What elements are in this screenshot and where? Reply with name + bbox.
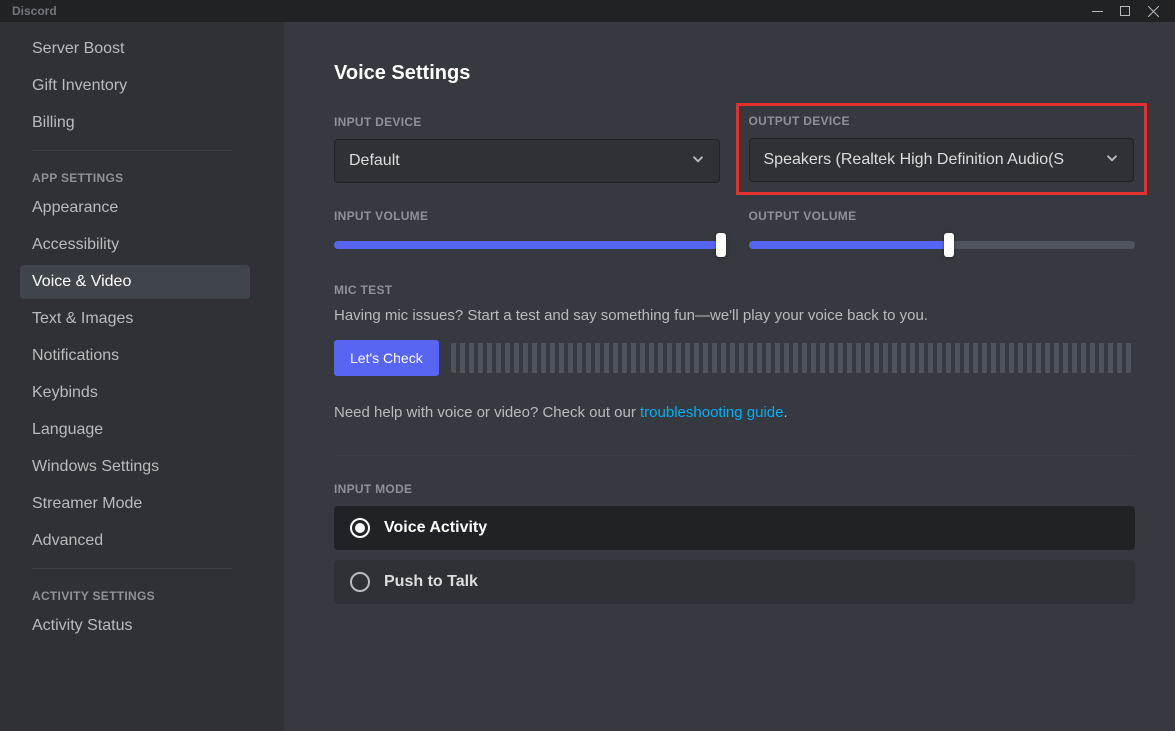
sidebar-item-keybinds[interactable]: Keybinds [20,376,250,410]
sidebar-item-server-boost[interactable]: Server Boost [20,32,250,66]
sidebar-item-windows-settings[interactable]: Windows Settings [20,450,250,484]
radio-icon [350,572,370,592]
input-device-select[interactable]: Default [334,139,720,183]
sidebar-item-appearance[interactable]: Appearance [20,191,250,225]
input-mode-push-to-talk[interactable]: Push to Talk [334,560,1135,604]
lets-check-button[interactable]: Let's Check [334,340,439,376]
input-mode-label: INPUT MODE [334,482,1135,496]
troubleshooting-link[interactable]: troubleshooting guide [640,404,783,421]
sidebar-item-voice-video[interactable]: Voice & Video [20,265,250,299]
sidebar-item-language[interactable]: Language [20,413,250,447]
input-mode-option-label: Voice Activity [384,519,487,537]
sidebar-item-notifications[interactable]: Notifications [20,339,250,373]
input-volume-slider[interactable] [334,233,721,257]
input-volume-label: INPUT VOLUME [334,209,721,223]
titlebar: Discord [0,0,1175,22]
sidebar-header-activity-settings: ACTIVITY SETTINGS [20,571,276,609]
divider [334,455,1135,456]
mic-test-label: MIC TEST [334,283,1135,297]
output-device-value: Speakers (Realtek High Definition Audio(… [764,151,1065,169]
minimize-button[interactable] [1083,0,1111,22]
sidebar-item-streamer-mode[interactable]: Streamer Mode [20,487,250,521]
divider [32,568,232,569]
output-volume-slider[interactable] [749,233,1136,257]
chevron-down-icon [689,150,707,173]
settings-sidebar: Server Boost Gift Inventory Billing APP … [0,22,284,731]
mic-level-bars [451,343,1135,373]
sidebar-item-billing[interactable]: Billing [20,106,250,140]
sidebar-item-activity-status[interactable]: Activity Status [20,609,250,643]
sidebar-item-text-images[interactable]: Text & Images [20,302,250,336]
mic-test-description: Having mic issues? Start a test and say … [334,307,1135,324]
app-title: Discord [8,4,57,18]
sidebar-header-app-settings: APP SETTINGS [20,153,276,191]
radio-icon [350,518,370,538]
divider [32,150,232,151]
input-device-label: INPUT DEVICE [334,115,720,129]
sidebar-item-advanced[interactable]: Advanced [20,524,250,558]
input-mode-voice-activity[interactable]: Voice Activity [334,506,1135,550]
maximize-button[interactable] [1111,0,1139,22]
input-device-value: Default [349,152,400,170]
output-device-highlight: OUTPUT DEVICE Speakers (Realtek High Def… [736,103,1148,195]
sidebar-item-gift-inventory[interactable]: Gift Inventory [20,69,250,103]
input-mode-option-label: Push to Talk [384,573,478,591]
settings-content: Voice Settings INPUT DEVICE Default OUTP… [284,22,1175,731]
close-button[interactable] [1139,0,1167,22]
page-title: Voice Settings [334,62,1135,85]
output-volume-label: OUTPUT VOLUME [749,209,1136,223]
sidebar-item-accessibility[interactable]: Accessibility [20,228,250,262]
chevron-down-icon [1103,149,1121,172]
output-device-select[interactable]: Speakers (Realtek High Definition Audio(… [749,138,1135,182]
output-device-label: OUTPUT DEVICE [749,114,1135,128]
help-text: Need help with voice or video? Check out… [334,404,1135,421]
